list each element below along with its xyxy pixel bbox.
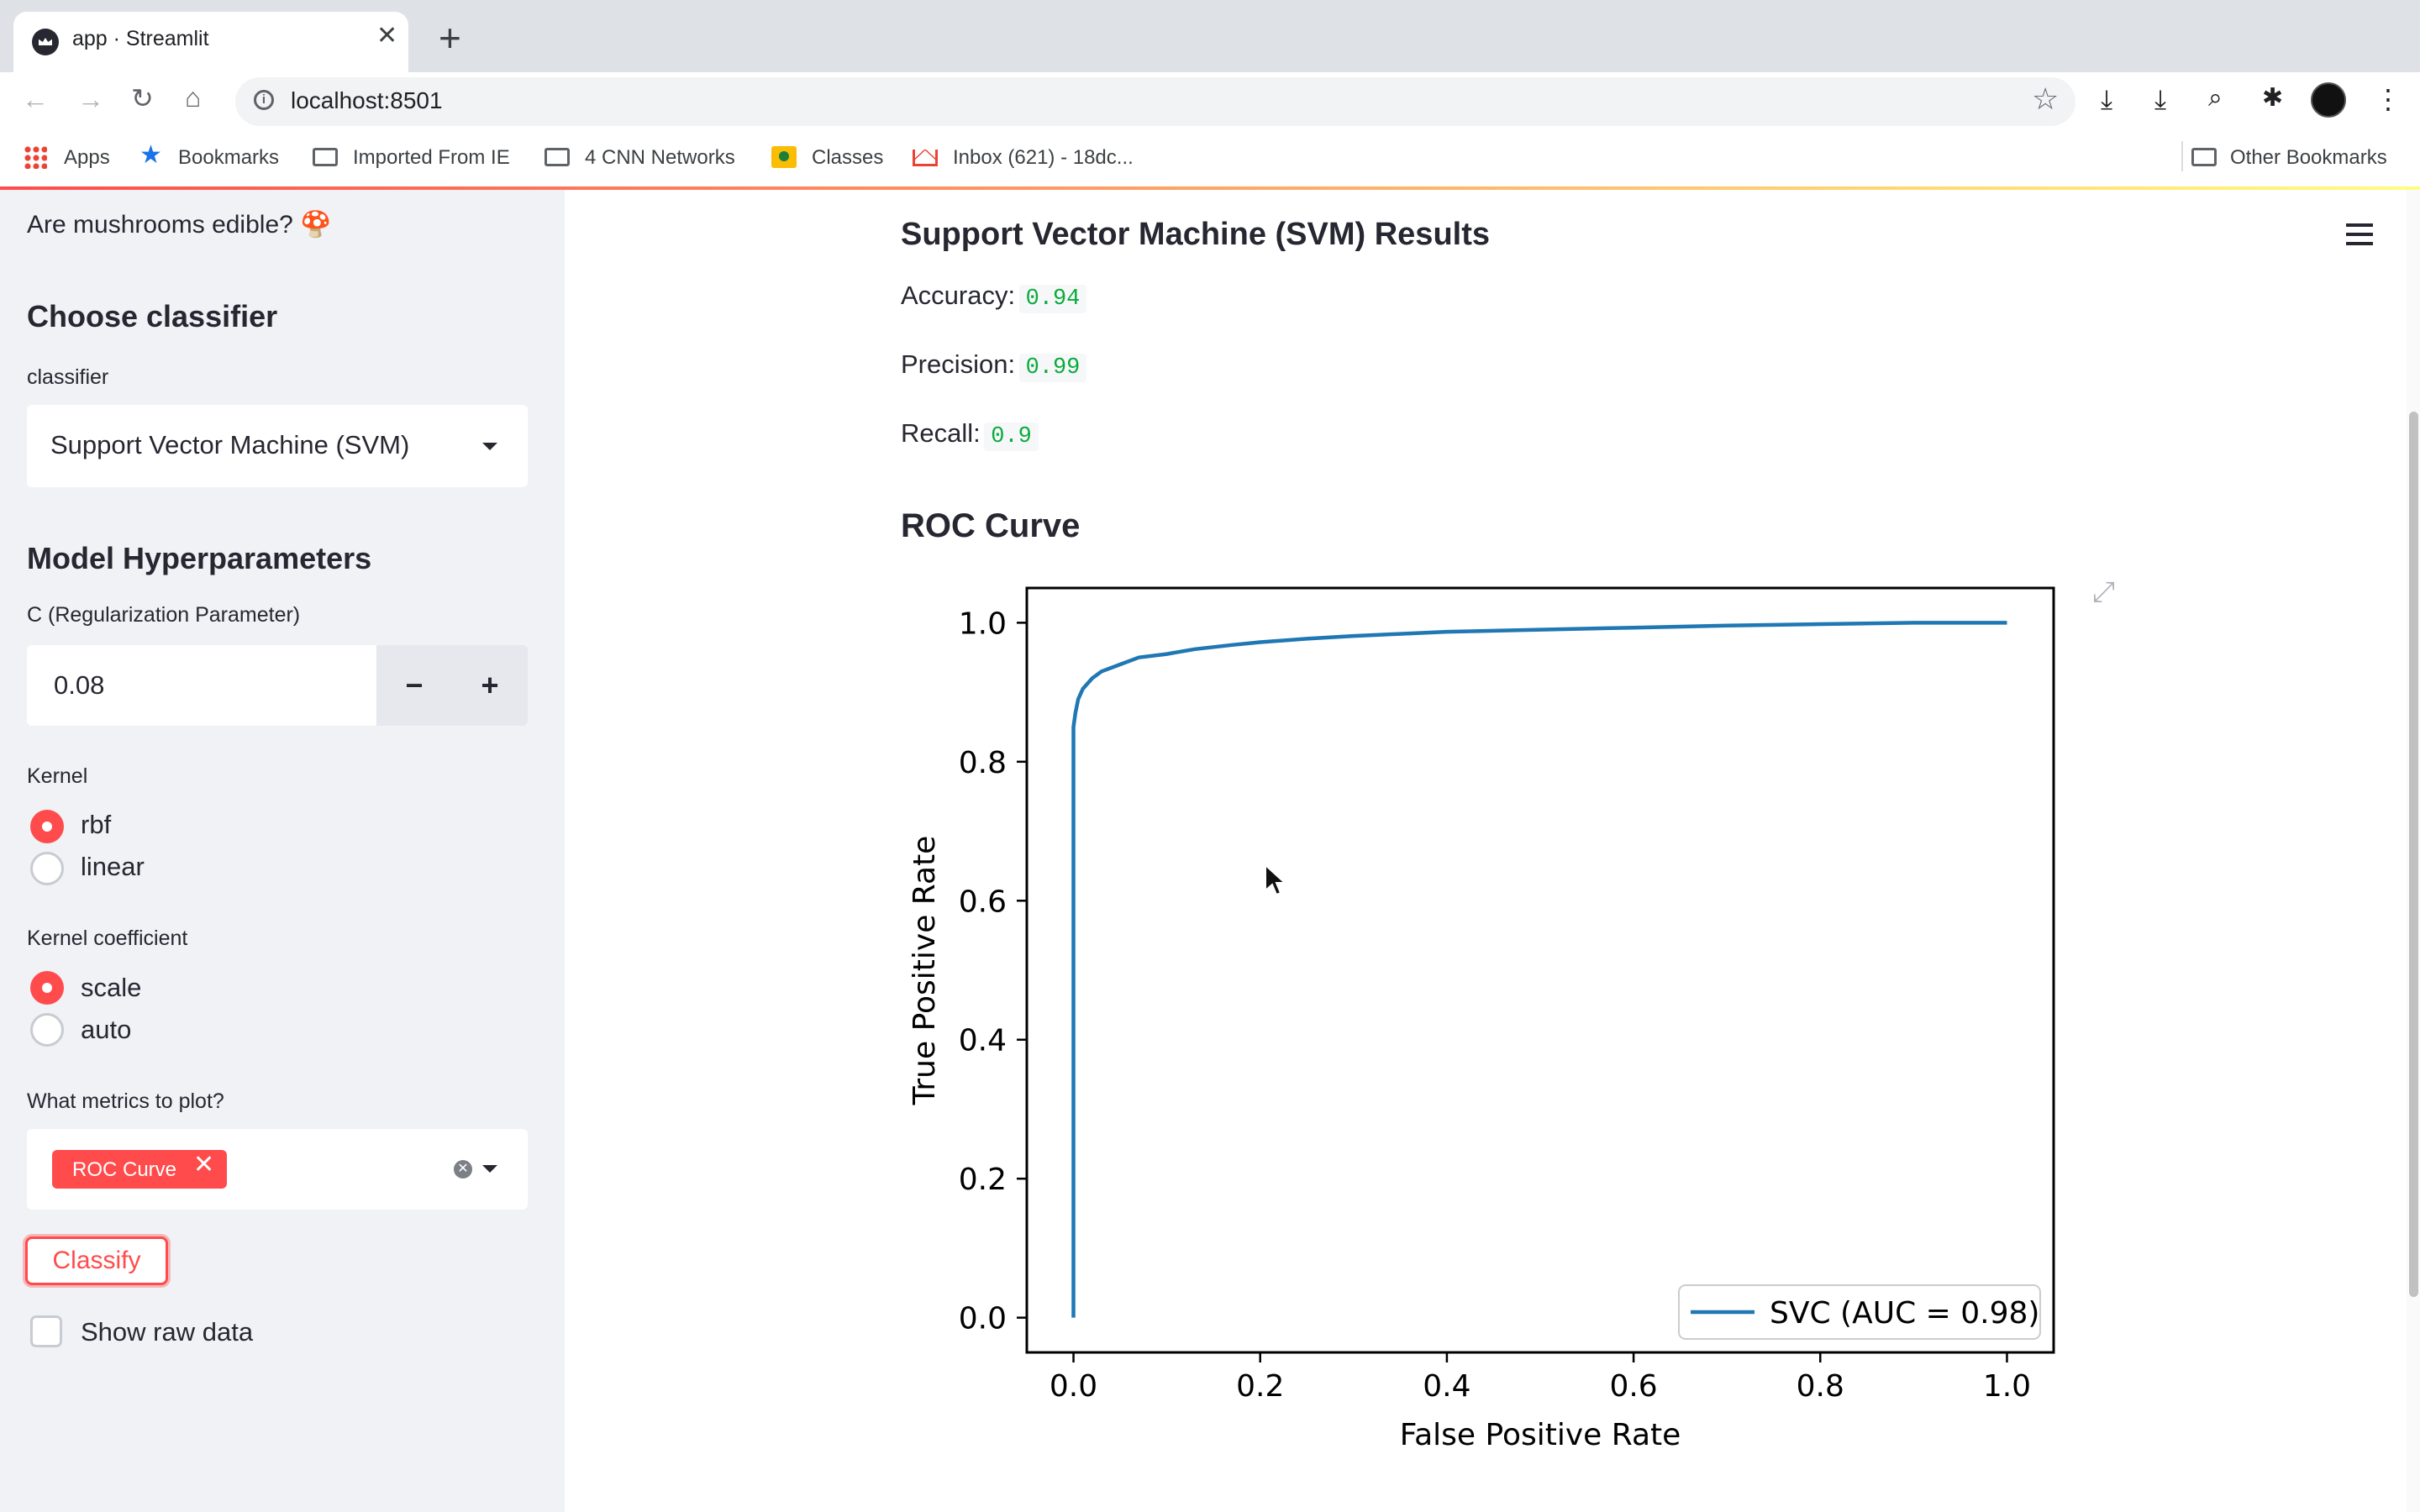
gamma-scale-label[interactable]: scale: [81, 973, 141, 1003]
kernel-coefficient-label: Kernel coefficient: [27, 927, 188, 950]
apps-grid-icon: [24, 145, 47, 169]
classifier-select-value[interactable]: Support Vector Machine (SVM): [50, 430, 409, 460]
roc-curve-heading: ROC Curve: [901, 507, 1081, 544]
fullscreen-expand-icon[interactable]: ⤢: [2092, 578, 2115, 606]
gamma-auto-radio[interactable]: [30, 1013, 64, 1047]
precision-value: 0.99: [1018, 354, 1087, 382]
classifier-label: classifier: [27, 365, 109, 389]
hyperparameters-heading: Model Hyperparameters: [27, 541, 372, 575]
new-tab-icon[interactable]: +: [439, 18, 461, 57]
tab-title: app · Streamlit: [72, 27, 209, 50]
search-extension-icon[interactable]: ⌕: [2208, 86, 2223, 111]
kernel-rbf-label[interactable]: rbf: [81, 810, 111, 840]
forward-icon[interactable]: →: [77, 86, 104, 113]
site-info-icon[interactable]: i: [254, 90, 274, 110]
precision-label: Precision:: [901, 349, 1016, 379]
hamburger-menu-icon[interactable]: [2346, 223, 2373, 245]
accuracy-value: 0.94: [1018, 285, 1087, 313]
y-tick-label: 0.8: [959, 746, 1007, 780]
show-raw-data-label[interactable]: Show raw data: [81, 1317, 253, 1347]
streamlit-favicon-icon: [32, 29, 59, 55]
bookmark-imported[interactable]: Imported From IE: [353, 146, 510, 170]
x-tick-label: 0.2: [1236, 1369, 1284, 1404]
bookmark-bookmarks[interactable]: Bookmarks: [178, 146, 279, 170]
x-tick-label: 0.4: [1423, 1369, 1470, 1404]
folder-icon: [544, 148, 570, 166]
bookmark-classes[interactable]: Classes: [812, 146, 883, 170]
y-tick-label: 0.4: [959, 1024, 1007, 1058]
gamma-auto-label[interactable]: auto: [81, 1015, 131, 1045]
bookmark-star-icon[interactable]: ☆: [2032, 84, 2059, 114]
address-bar[interactable]: [235, 77, 2075, 126]
browser-menu-icon[interactable]: ⋮: [2375, 86, 2402, 113]
gamma-scale-radio[interactable]: [30, 971, 64, 1005]
back-icon[interactable]: ←: [22, 86, 49, 113]
results-title: Support Vector Machine (SVM) Results: [901, 217, 1490, 252]
sidebar-title: Are mushrooms edible? 🍄: [27, 211, 332, 239]
y-tick-label: 0.2: [959, 1163, 1007, 1197]
kernel-linear-radio[interactable]: [30, 852, 64, 885]
url-text[interactable]: localhost:8501: [291, 87, 443, 114]
clear-all-icon[interactable]: ✕: [454, 1160, 472, 1179]
x-tick-label: 0.8: [1797, 1369, 1844, 1404]
chevron-down-icon[interactable]: [482, 443, 497, 450]
x-tick-label: 0.6: [1609, 1369, 1657, 1404]
increment-button[interactable]: +: [452, 645, 528, 726]
download-icon[interactable]: ⤓: [2101, 86, 2112, 113]
x-tick-label: 0.0: [1050, 1369, 1097, 1404]
bookmark-cnn[interactable]: 4 CNN Networks: [585, 146, 735, 170]
home-icon[interactable]: ⌂: [185, 84, 201, 111]
gmail-icon: [913, 150, 938, 166]
folder-icon: [2191, 148, 2217, 166]
mouse-cursor-icon: [1265, 863, 1287, 896]
folder-icon: [313, 148, 338, 166]
accuracy-row: Accuracy: 0.94: [901, 281, 1087, 313]
y-tick-label: 0.6: [959, 885, 1007, 919]
metrics-label: What metrics to plot?: [27, 1089, 224, 1113]
show-raw-data-checkbox[interactable]: [30, 1315, 62, 1347]
tab-close-icon[interactable]: ✕: [376, 24, 397, 49]
kernel-rbf-radio[interactable]: [30, 810, 64, 843]
x-tick-label: 1.0: [1983, 1369, 2031, 1404]
extensions-puzzle-icon[interactable]: ✱: [2262, 86, 2283, 111]
profile-avatar[interactable]: [2311, 82, 2346, 118]
recall-label: Recall:: [901, 418, 981, 448]
scrollbar-thumb[interactable]: [2409, 412, 2418, 1297]
c-parameter-value[interactable]: 0.08: [54, 670, 104, 701]
kernel-label: Kernel: [27, 764, 88, 788]
choose-classifier-heading: Choose classifier: [27, 299, 278, 333]
download-icon-2[interactable]: ⤓: [2154, 86, 2166, 113]
y-tick-label: 0.0: [959, 1302, 1007, 1336]
c-parameter-label: C (Regularization Parameter): [27, 603, 301, 627]
y-axis-label: True Positive Rate: [908, 836, 942, 1106]
classify-button[interactable]: Classify: [25, 1236, 168, 1285]
roc-curve-chip-label: ROC Curve: [72, 1158, 177, 1181]
bookmark-apps[interactable]: Apps: [64, 146, 110, 170]
chevron-down-icon[interactable]: [482, 1165, 497, 1173]
kernel-linear-label[interactable]: linear: [81, 852, 145, 882]
plot-frame: [1025, 586, 2055, 1354]
bookmark-other[interactable]: Other Bookmarks: [2230, 146, 2387, 170]
bookmarks-star-icon: ★: [139, 141, 162, 169]
classroom-icon: [771, 146, 797, 168]
bookmarks-divider: [2181, 141, 2183, 171]
x-axis-label: False Positive Rate: [1400, 1418, 1681, 1452]
roc-chart: 0.0 0.2 0.4 0.6 0.8 1.0 0.0 0.2 0.4 0.6 0.8 1.0 Fals…: [908, 586, 2055, 1452]
recall-value: 0.9: [984, 423, 1039, 451]
decrement-button[interactable]: −: [376, 645, 452, 726]
reload-icon[interactable]: ↻: [131, 85, 154, 112]
y-tick-label: 1.0: [959, 606, 1007, 641]
legend-label: SVC (AUC = 0.98): [1770, 1296, 2039, 1331]
recall-row: Recall: 0.9: [901, 418, 1039, 451]
chip-remove-icon[interactable]: ✕: [193, 1152, 214, 1178]
accuracy-label: Accuracy:: [901, 281, 1016, 310]
precision-row: Precision: 0.99: [901, 349, 1087, 382]
bookmark-inbox[interactable]: Inbox (621) - 18dc...: [953, 146, 1134, 170]
